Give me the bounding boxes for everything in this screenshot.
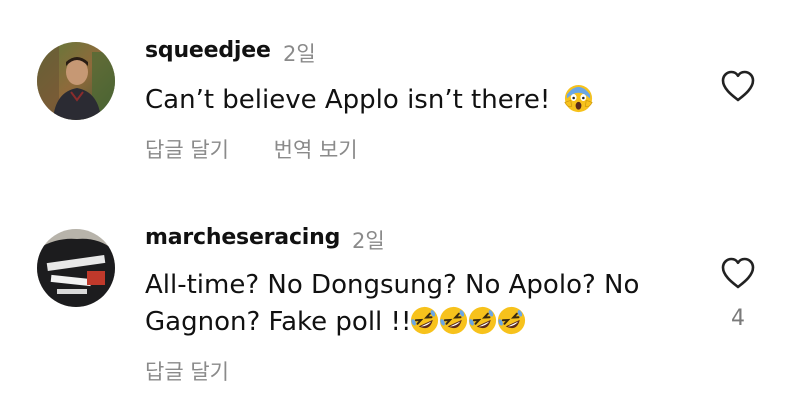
reply-button[interactable]: 답글 달기 xyxy=(145,134,229,164)
comment-item: marcheseracing 2일 All-time? No Dongsung?… xyxy=(0,200,800,406)
comment-text: Can’t believe Applo isn’t there! xyxy=(145,82,594,119)
comment-text-content: Gagnon? Fake poll !! xyxy=(145,307,412,337)
face-screaming-in-fear-icon xyxy=(563,83,594,114)
like-heart-icon[interactable] xyxy=(719,255,757,291)
like-heart-icon[interactable] xyxy=(719,68,757,104)
rolling-on-floor-laughing-icon xyxy=(409,305,440,336)
rolling-on-floor-laughing-icon xyxy=(438,305,469,336)
comment-username[interactable]: squeedjee xyxy=(145,38,271,63)
comment-actions: 답글 달기 xyxy=(145,356,229,386)
like-count: 4 xyxy=(731,306,745,331)
comment-item: squeedjee 2일 Can’t believe Applo isn’t t… xyxy=(0,0,800,200)
rolling-on-floor-laughing-icon xyxy=(496,305,527,336)
comment-text-line: Gagnon? Fake poll !! xyxy=(145,304,639,341)
comment-actions: 답글 달기 번역 보기 xyxy=(145,134,358,164)
comment-username[interactable]: marcheseracing xyxy=(145,225,340,250)
avatar[interactable] xyxy=(37,42,115,120)
reply-button[interactable]: 답글 달기 xyxy=(145,356,229,386)
comment-text-line: All-time? No Dongsung? No Apolo? No xyxy=(145,270,640,300)
comment-text-content: Can’t believe Applo isn’t there! xyxy=(145,85,551,115)
comment-timestamp: 2일 xyxy=(283,42,316,66)
comment-timestamp: 2일 xyxy=(352,229,385,253)
avatar[interactable] xyxy=(37,229,115,307)
comment-text: All-time? No Dongsung? No Apolo? No Gagn… xyxy=(145,267,639,341)
rolling-on-floor-laughing-icon xyxy=(467,305,498,336)
translate-button[interactable]: 번역 보기 xyxy=(274,134,358,164)
